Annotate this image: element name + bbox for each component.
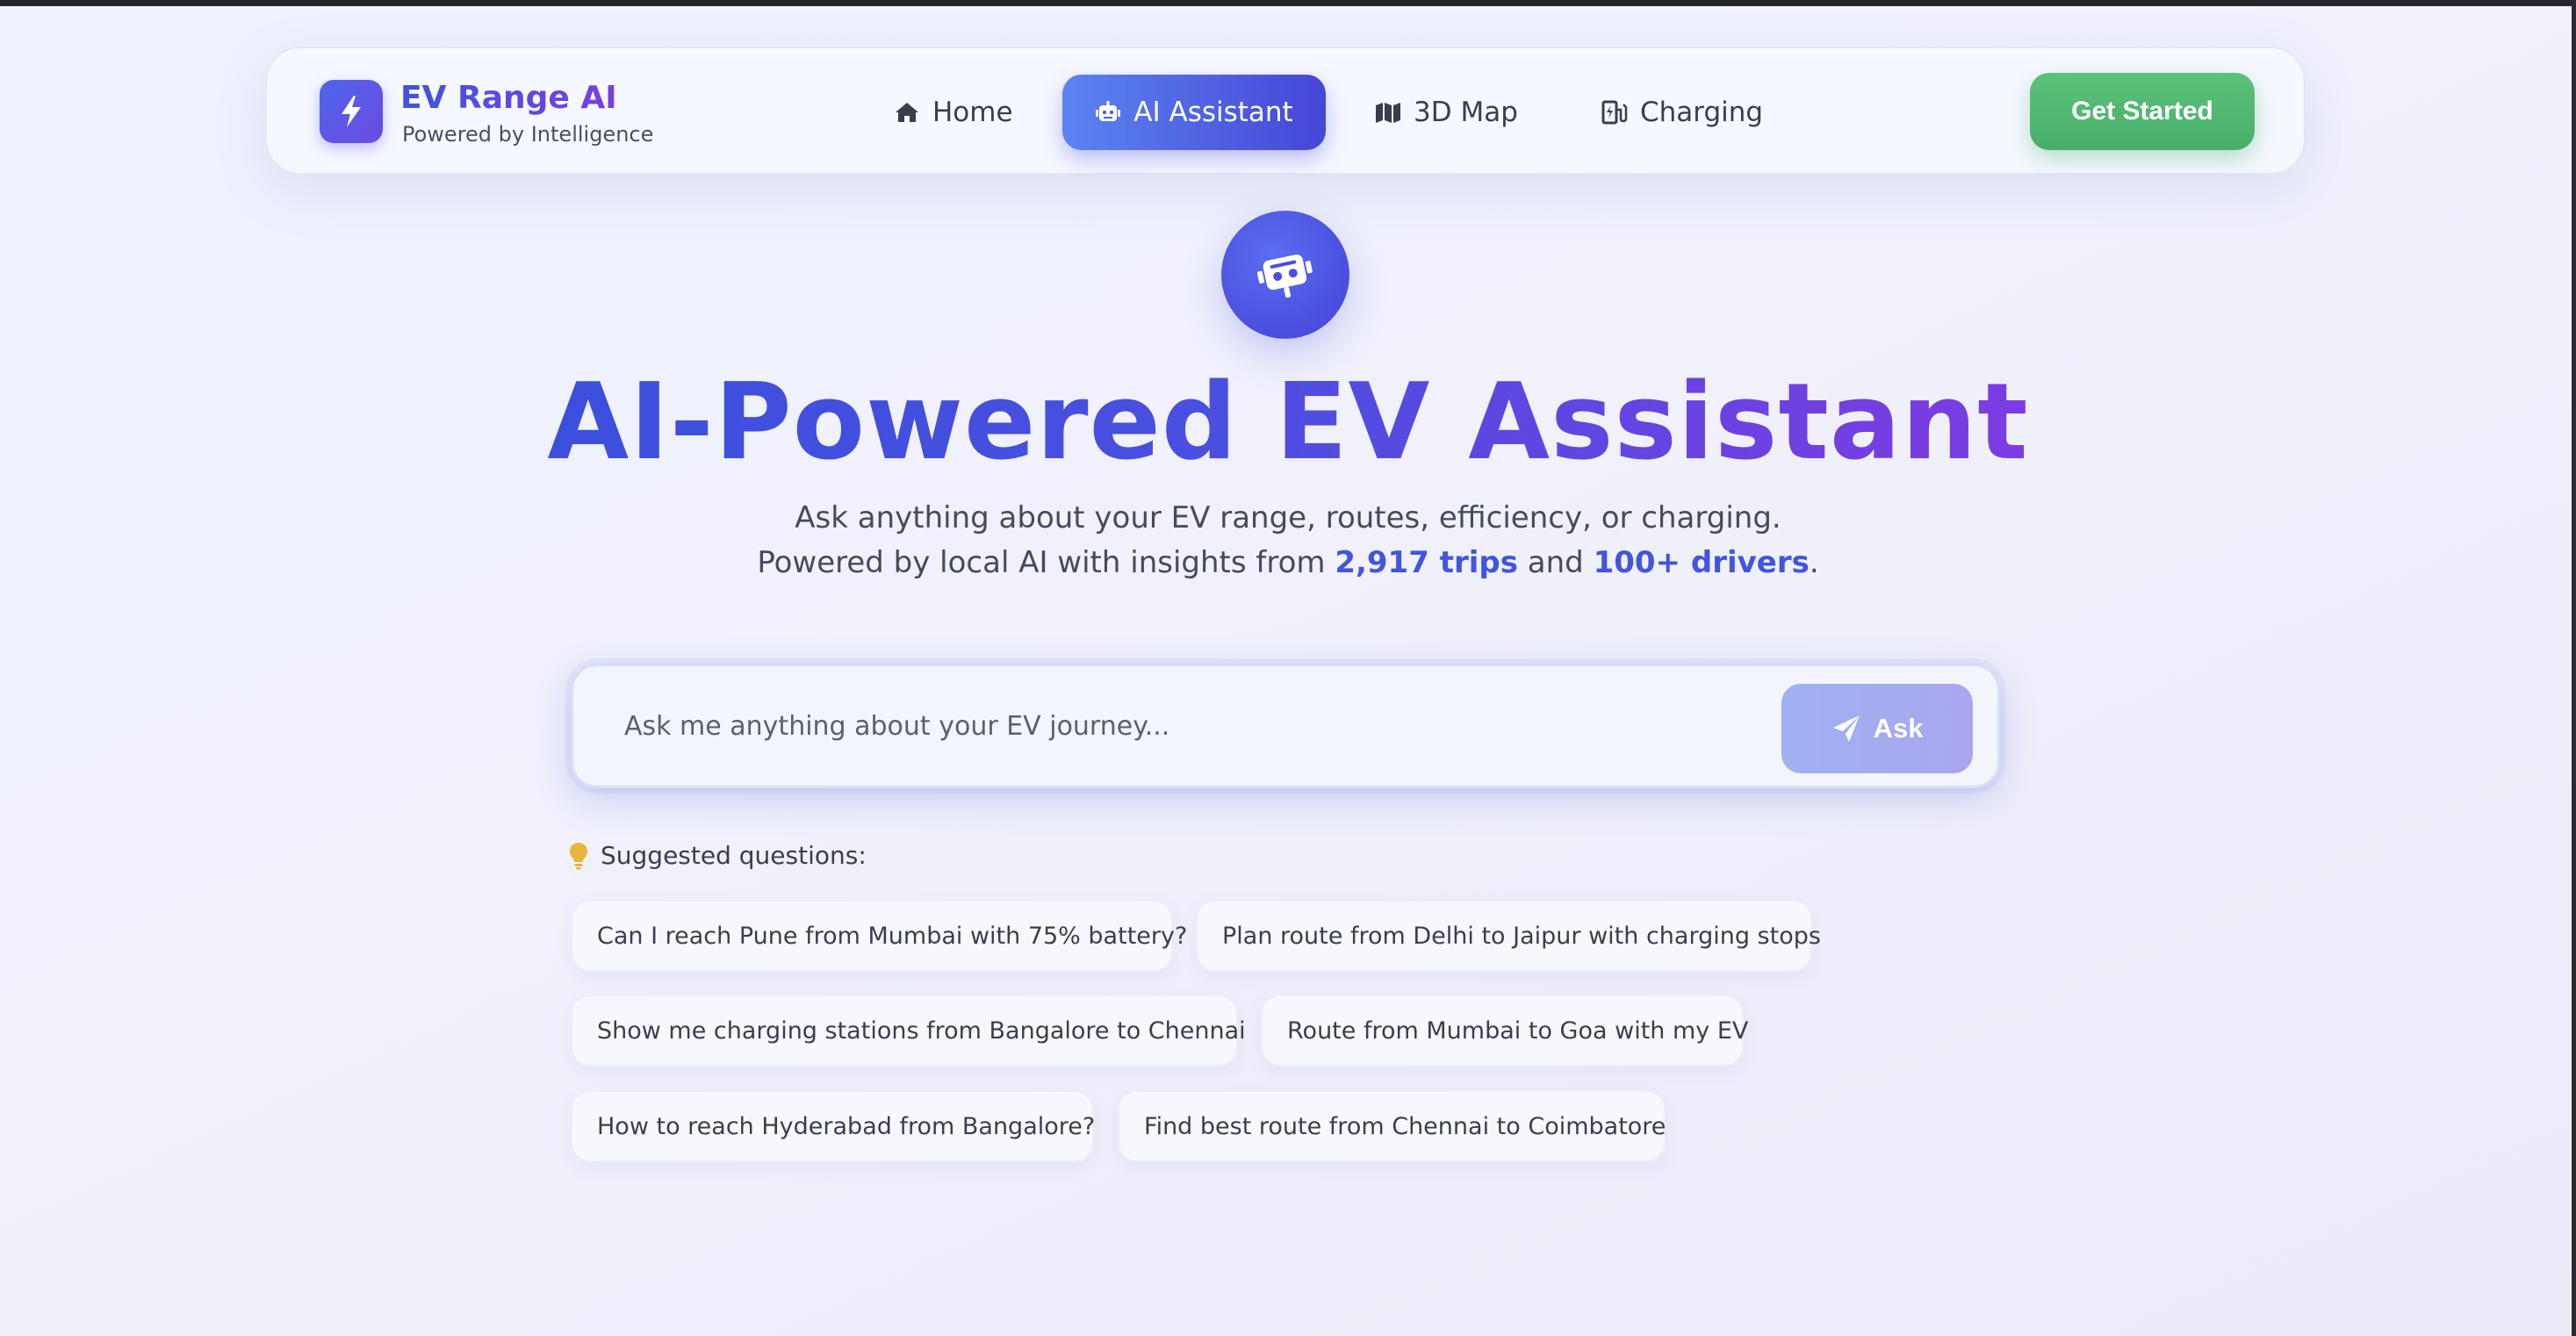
robot-icon (1221, 211, 1349, 339)
nav-item-label: 3D Map (1414, 97, 1518, 128)
robot-icon (1095, 100, 1121, 125)
bolt-icon[interactable] (320, 80, 383, 143)
suggestions-title: Suggested questions: (601, 841, 867, 870)
ask-button[interactable]: Ask (1781, 684, 1973, 773)
home-icon (894, 101, 920, 124)
page-title-text: AI-Powered EV Assistant (547, 362, 2029, 484)
brand-name[interactable]: EV Range AI (400, 80, 617, 116)
map-icon (1375, 101, 1401, 124)
charging-station-icon (1601, 99, 1628, 126)
search-input[interactable] (624, 701, 1766, 751)
window-edge (2572, 0, 2576, 1336)
suggestion-chip[interactable]: Can I reach Pune from Mumbai with 75% ba… (571, 900, 1187, 972)
suggestion-chip[interactable]: Route from Mumbai to Goa with my EV (1261, 995, 1748, 1067)
trips-stat: 2,917 trips (1335, 545, 1518, 580)
nav-item-charging[interactable]: Charging (1601, 75, 1812, 150)
nav-item-label: Home (932, 97, 1013, 128)
ask-button-label: Ask (1873, 713, 1924, 743)
subtitle-text: Powered by local AI with insights from (757, 545, 1335, 580)
nav-item-label: Charging (1640, 97, 1764, 128)
search-box: Ask (571, 664, 2000, 788)
navbar: EV Range AI Powered by Intelligence Home… (265, 47, 2306, 175)
hero-subtitle-stats: Powered by local AI with insights from 2… (0, 545, 2576, 580)
nav-item-home[interactable]: Home (894, 75, 1069, 150)
suggestion-chip[interactable]: Plan route from Delhi to Jaipur with cha… (1196, 900, 1821, 972)
nav-item-3d-map[interactable]: 3D Map (1375, 75, 1551, 150)
subtitle-text: . (1809, 545, 1819, 580)
drivers-stat: 100+ drivers (1593, 545, 1810, 580)
paper-plane-icon (1831, 714, 1861, 743)
subtitle-text: and (1517, 545, 1594, 580)
page-title: AI-Powered EV Assistant (0, 362, 2576, 484)
suggestion-chip[interactable]: Find best route from Chennai to Coimbato… (1118, 1090, 1666, 1162)
window-top-bar (0, 0, 2576, 6)
nav-item-ai-assistant[interactable]: AI Assistant (1062, 75, 1326, 150)
suggestions-header: Suggested questions: (569, 841, 867, 870)
lightbulb-icon (569, 842, 588, 870)
hero-subtitle: Ask anything about your EV range, routes… (795, 500, 1781, 535)
suggestion-chip[interactable]: Show me charging stations from Bangalore… (571, 995, 1246, 1067)
brand-tagline: Powered by Intelligence (402, 122, 654, 147)
nav-item-label: AI Assistant (1133, 97, 1293, 128)
get-started-button[interactable]: Get Started (2030, 73, 2255, 150)
suggestion-chip[interactable]: How to reach Hyderabad from Bangalore? (571, 1090, 1095, 1162)
